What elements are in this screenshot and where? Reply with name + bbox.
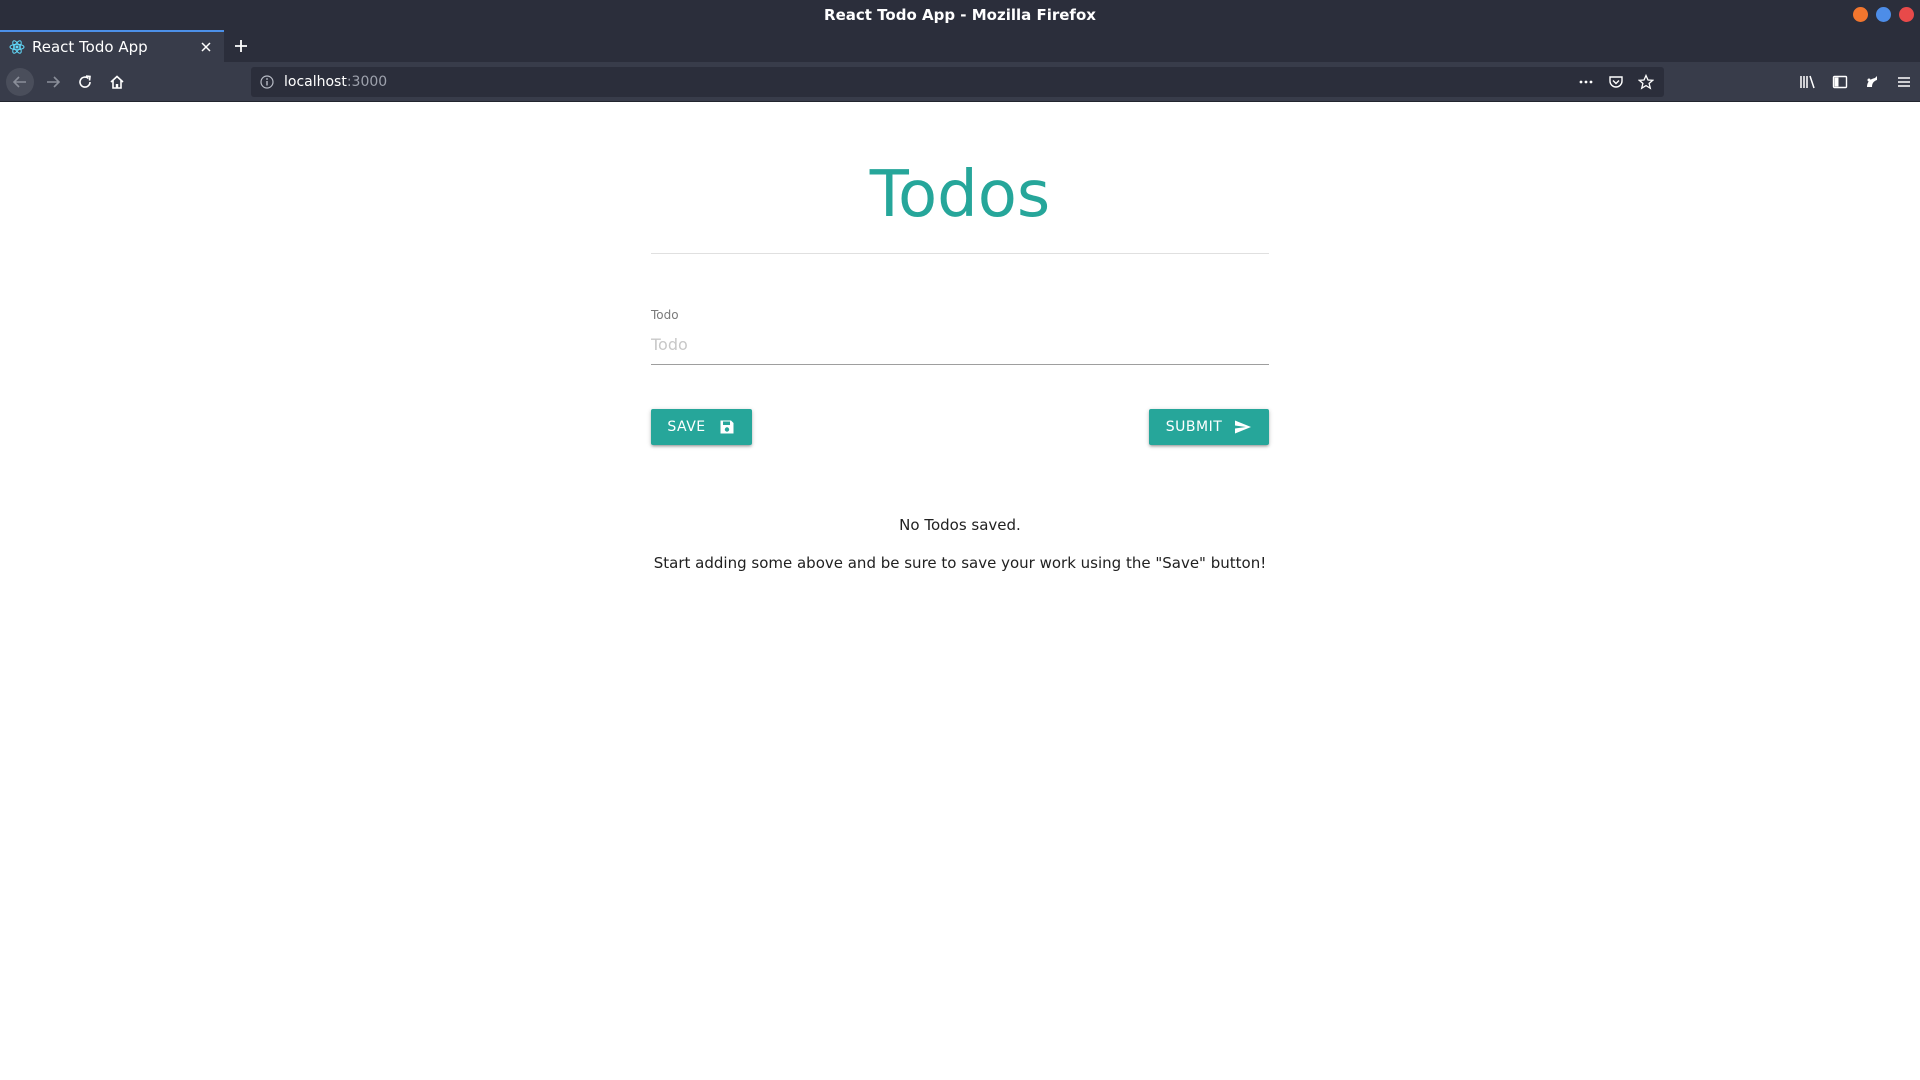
menu-hamburger-icon[interactable] xyxy=(1892,70,1916,94)
bookmark-star-icon[interactable] xyxy=(1636,72,1656,92)
maximize-button[interactable] xyxy=(1876,7,1891,22)
todo-input[interactable] xyxy=(651,325,1269,365)
pocket-icon[interactable] xyxy=(1606,72,1626,92)
empty-state-title: No Todos saved. xyxy=(899,516,1021,534)
forward-arrow-icon[interactable] xyxy=(39,68,67,96)
submit-button[interactable]: SUBMIT xyxy=(1149,409,1269,445)
close-window-button[interactable] xyxy=(1899,7,1914,22)
window-titlebar: React Todo App - Mozilla Firefox xyxy=(0,0,1920,30)
url-actions xyxy=(1576,67,1656,97)
close-tab-icon[interactable] xyxy=(194,35,218,59)
divider xyxy=(651,253,1269,254)
tab-strip: React Todo App xyxy=(0,30,1920,62)
floppy-disk-icon xyxy=(718,418,736,436)
sidebar-icon[interactable] xyxy=(1828,70,1852,94)
empty-state-hint: Start adding some above and be sure to s… xyxy=(653,554,1267,572)
send-icon xyxy=(1234,418,1252,436)
url-host: localhost xyxy=(284,74,347,90)
url-port: :3000 xyxy=(346,74,388,90)
library-icon[interactable] xyxy=(1796,70,1820,94)
toolbar-right xyxy=(1796,68,1916,96)
page-title: Todos xyxy=(869,158,1051,232)
window-title: React Todo App - Mozilla Firefox xyxy=(824,6,1096,24)
reload-icon[interactable] xyxy=(71,68,99,96)
info-icon[interactable] xyxy=(259,74,275,90)
save-button-label: SAVE xyxy=(667,419,706,435)
extension-icon[interactable] xyxy=(1860,70,1884,94)
home-icon[interactable] xyxy=(103,68,131,96)
window-controls xyxy=(1853,7,1914,22)
react-icon xyxy=(9,39,25,55)
new-tab-icon[interactable] xyxy=(229,32,253,60)
page-actions-icon[interactable] xyxy=(1576,72,1596,92)
tab-label: React Todo App xyxy=(32,38,148,56)
submit-button-label: SUBMIT xyxy=(1165,419,1223,435)
page-content: Todos Todo SAVE SUBMIT No Todos saved. xyxy=(0,103,1920,1080)
url-bar[interactable]: localhost:3000 xyxy=(251,67,1664,97)
todo-field-label: Todo xyxy=(651,308,679,322)
back-arrow-icon[interactable] xyxy=(6,68,34,96)
tab-react-todo-app[interactable]: React Todo App xyxy=(0,30,224,62)
navigation-toolbar: localhost:3000 xyxy=(0,62,1920,102)
save-button[interactable]: SAVE xyxy=(651,409,752,445)
minimize-button[interactable] xyxy=(1853,7,1868,22)
